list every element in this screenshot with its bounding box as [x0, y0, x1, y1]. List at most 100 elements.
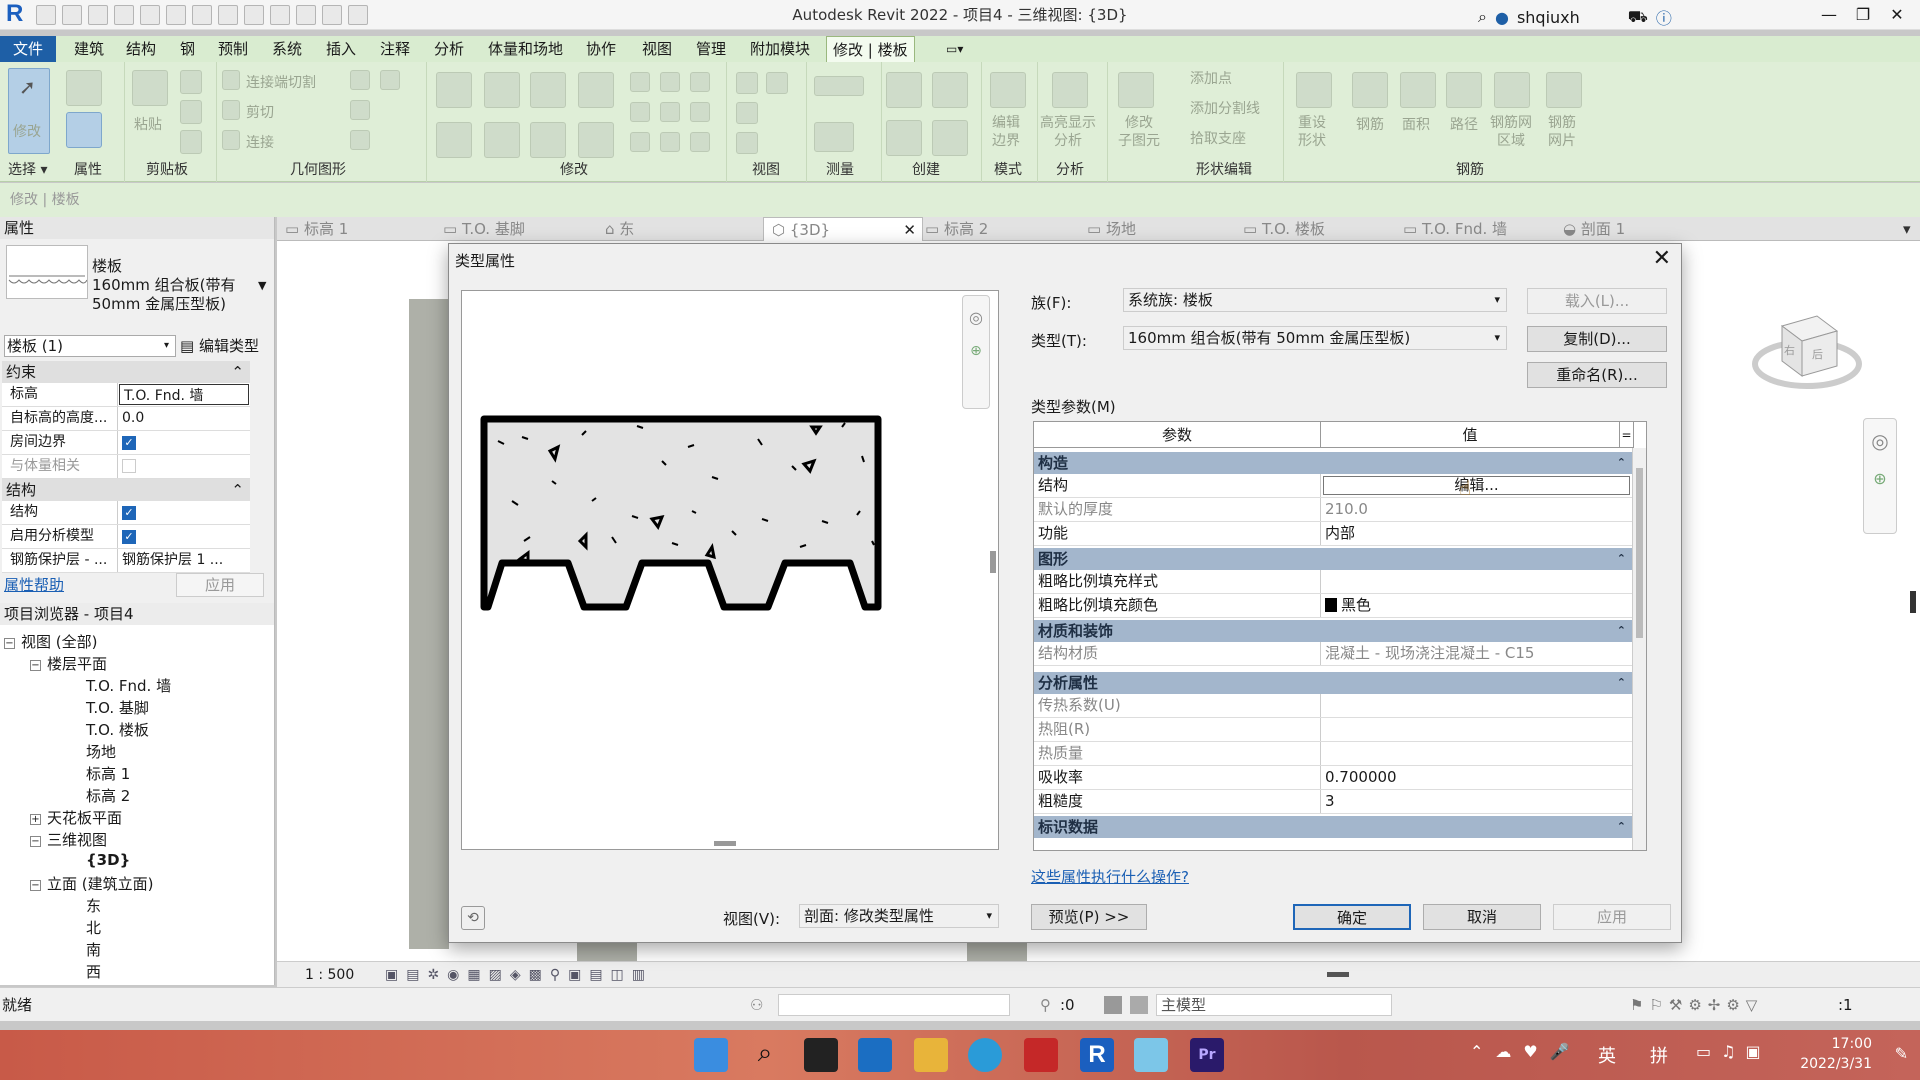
- dimension-icon[interactable]: [218, 5, 238, 25]
- family-dropdown[interactable]: 系统族: 楼板 ▾: [1123, 288, 1507, 312]
- tab-view[interactable]: 视图: [636, 36, 678, 62]
- tree-item[interactable]: 标高 2: [86, 785, 130, 806]
- revit-logo-icon[interactable]: R: [6, 2, 28, 26]
- close-hidden-icon[interactable]: [322, 5, 342, 25]
- preview-vscroll[interactable]: [990, 551, 996, 573]
- ribbon-options-icon[interactable]: ▭▾: [940, 36, 969, 62]
- tab-massing-site[interactable]: 体量和场地: [482, 36, 569, 62]
- param-row[interactable]: 吸收率 0.700000: [1034, 766, 1634, 790]
- redo-icon[interactable]: [140, 5, 160, 25]
- tab-steel[interactable]: 钢: [174, 36, 201, 62]
- col-menu-icon[interactable]: =: [1620, 422, 1634, 447]
- param-row[interactable]: 粗略比例填充颜色 黑色: [1034, 594, 1634, 618]
- ime-mode[interactable]: 拼: [1650, 1042, 1668, 1068]
- main-model-icon[interactable]: [1130, 996, 1148, 1014]
- analytical-model-checkbox[interactable]: ✓: [122, 530, 136, 544]
- preview-wheel-icon[interactable]: ◎: [963, 308, 989, 327]
- tab-insert[interactable]: 插入: [320, 36, 362, 62]
- username[interactable]: shqiuxh: [1517, 8, 1580, 27]
- tab-architecture[interactable]: 建筑: [68, 36, 110, 62]
- scroll-indicator[interactable]: [1910, 591, 1916, 613]
- help-icon[interactable]: ⓘ: [1656, 5, 1672, 29]
- edge-icon[interactable]: [968, 1038, 1002, 1072]
- tab-file[interactable]: 文件: [0, 36, 56, 62]
- binoculars-icon[interactable]: ⌕: [1478, 7, 1487, 27]
- tab-addins[interactable]: 附加模块: [744, 36, 816, 62]
- sync-icon[interactable]: [88, 5, 108, 25]
- measure-icon[interactable]: [192, 5, 212, 25]
- rebar-cover-field[interactable]: 钢筋保护层 1 ...: [118, 549, 250, 572]
- tree-item[interactable]: + 天花板平面: [30, 807, 122, 828]
- area-rebar-icon[interactable]: [1400, 72, 1436, 108]
- tree-item[interactable]: T.O. 楼板: [86, 719, 149, 740]
- preview-hscroll[interactable]: [714, 841, 736, 846]
- type-dropdown-icon[interactable]: ▼: [258, 279, 266, 292]
- section-icon[interactable]: [296, 5, 316, 25]
- undo-icon[interactable]: [114, 5, 134, 25]
- view-tab[interactable]: ▭ T.O. 基脚: [443, 217, 525, 241]
- file-explorer-icon[interactable]: [914, 1038, 948, 1072]
- view-tab[interactable]: ▭ T.O. Fnd. 墙: [1403, 217, 1507, 241]
- tree-item[interactable]: 东: [86, 895, 101, 916]
- level-field[interactable]: T.O. Fnd. 墙: [119, 384, 249, 405]
- param-row[interactable]: 功能 内部: [1034, 522, 1634, 546]
- print-icon[interactable]: [166, 5, 186, 25]
- tabs-dropdown-icon[interactable]: ▾: [1903, 217, 1911, 241]
- type-selector[interactable]: 楼板 160mm 组合板(带有 50mm 金属压型板): [92, 257, 235, 314]
- horizontal-scroll-thumb[interactable]: [1327, 972, 1349, 977]
- steering-wheel-icon[interactable]: ◎: [1864, 429, 1896, 453]
- tab-structure[interactable]: 结构: [120, 36, 162, 62]
- view-tab[interactable]: ▭ T.O. 楼板: [1243, 217, 1325, 241]
- room-bounding-checkbox[interactable]: ✓: [122, 436, 136, 450]
- col-value[interactable]: 值: [1321, 422, 1620, 447]
- rebar-icon[interactable]: [1352, 72, 1388, 108]
- design-option-dropdown[interactable]: 主模型: [1156, 994, 1392, 1016]
- duplicate-button[interactable]: 复制(D)...: [1527, 326, 1667, 352]
- tree-item-active[interactable]: {3D}: [86, 851, 130, 869]
- cancel-button[interactable]: 取消: [1423, 904, 1541, 930]
- view-tab[interactable]: ⌂ 东: [605, 217, 634, 241]
- preview-zoom-icon[interactable]: ⊕: [963, 343, 989, 359]
- rename-button[interactable]: 重命名(R)...: [1527, 362, 1667, 388]
- app-icon[interactable]: [1134, 1038, 1168, 1072]
- view-tab[interactable]: ▭ 场地: [1087, 217, 1136, 241]
- minimize-icon[interactable]: —: [1812, 0, 1846, 30]
- grid-scrollbar[interactable]: [1632, 448, 1646, 850]
- windows-start-icon[interactable]: [694, 1038, 728, 1072]
- switch-windows-icon[interactable]: [348, 5, 368, 25]
- notifications-icon[interactable]: ✎: [1895, 1044, 1908, 1063]
- open-icon[interactable]: [36, 5, 56, 25]
- close-icon[interactable]: ✕: [1880, 0, 1914, 30]
- param-row[interactable]: 粗略比例填充样式: [1034, 570, 1634, 594]
- outlook-icon[interactable]: [858, 1038, 892, 1072]
- what-do-properties-link[interactable]: 这些属性执行什么操作?: [1031, 866, 1189, 887]
- tree-item[interactable]: − 三维视图: [30, 829, 107, 850]
- section-constraints[interactable]: 约束 ⌃: [2, 361, 250, 383]
- grid-scroll-thumb[interactable]: [1636, 468, 1643, 638]
- design-options-icon[interactable]: [1104, 996, 1122, 1014]
- path-rebar-icon[interactable]: [1446, 72, 1482, 108]
- view-tab[interactable]: ▭ 标高 2: [925, 217, 988, 241]
- properties-help-link[interactable]: 属性帮助: [4, 574, 64, 595]
- tab-collaborate[interactable]: 协作: [580, 36, 622, 62]
- input-lang[interactable]: 英: [1598, 1042, 1616, 1068]
- col-param[interactable]: 参数: [1034, 422, 1321, 447]
- select-link-icons[interactable]: ⚑⚐⚒⚙✢⚙▽: [1630, 988, 1763, 1022]
- tree-item[interactable]: 标高 1: [86, 763, 130, 784]
- tree-item[interactable]: 南: [86, 939, 101, 960]
- maximize-icon[interactable]: ❐: [1846, 0, 1880, 30]
- tree-item[interactable]: 西: [86, 961, 101, 982]
- tree-item[interactable]: − 楼层平面: [30, 653, 107, 674]
- view-control-icons[interactable]: ▣▤✲◉▦▨◈▩⚲▣▤◫▥: [385, 962, 653, 988]
- edit-type-button[interactable]: ▤ 编辑类型: [180, 335, 259, 357]
- rebar-area-icon[interactable]: [1494, 72, 1530, 108]
- view-scale[interactable]: 1 : 500: [305, 962, 354, 988]
- section-analytical[interactable]: 分析属性 ⌃: [1034, 672, 1634, 694]
- section-identity[interactable]: 标识数据 ⌃: [1034, 816, 1634, 838]
- tree-item[interactable]: T.O. Fnd. 墙: [86, 675, 171, 696]
- tab-precast[interactable]: 预制: [212, 36, 254, 62]
- task-view-icon[interactable]: [804, 1038, 838, 1072]
- tab-manage[interactable]: 管理: [690, 36, 732, 62]
- structural-checkbox[interactable]: ✓: [122, 506, 136, 520]
- param-row[interactable]: 结构材质 混凝土 - 现场浇注混凝土 - C15: [1034, 642, 1634, 666]
